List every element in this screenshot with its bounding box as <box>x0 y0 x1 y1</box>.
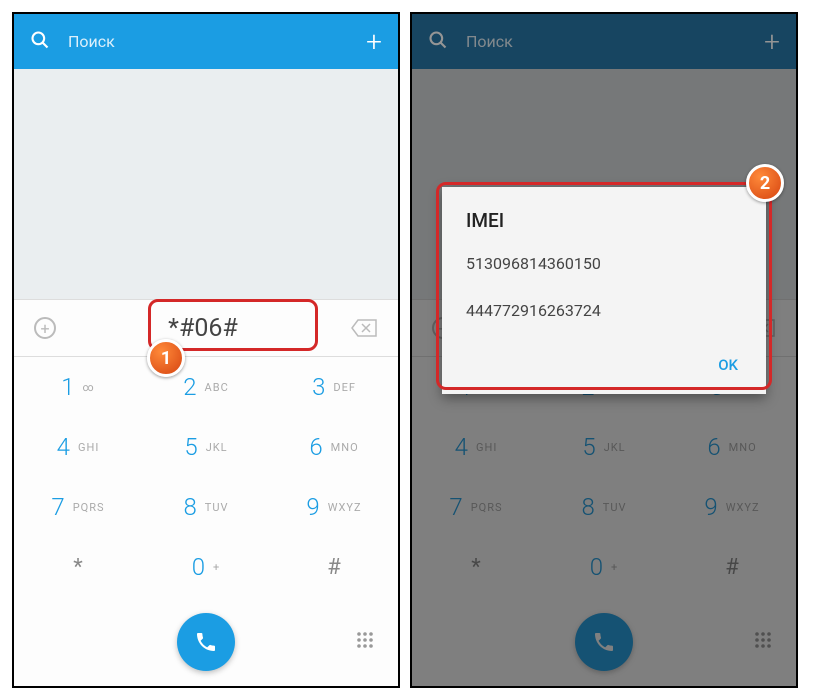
key-star[interactable]: * <box>14 537 142 597</box>
key-9[interactable]: 9WXYZ <box>270 477 398 537</box>
key-3[interactable]: 3DEF <box>270 357 398 417</box>
imei-value-1: 513096814360150 <box>466 254 742 273</box>
dialog-title: IMEI <box>466 209 742 232</box>
ok-button[interactable]: OK <box>714 348 742 382</box>
add-contact-icon[interactable]: + <box>366 25 382 58</box>
key-4[interactable]: 4GHI <box>14 417 142 477</box>
annotation-badge-2: 2 <box>746 164 784 202</box>
search-placeholder: Поиск <box>68 32 115 51</box>
imei-dialog: IMEI 513096814360150 444772916263724 OK <box>442 187 766 394</box>
dial-input-row: + *#06# <box>14 299 398 357</box>
backspace-icon[interactable] <box>350 318 378 338</box>
search-icon <box>30 30 50 54</box>
key-7[interactable]: 7PQRS <box>14 477 142 537</box>
key-0[interactable]: 0+ <box>142 537 270 597</box>
annotation-badge-1: 1 <box>147 339 185 377</box>
dial-input[interactable]: *#06# <box>56 314 350 343</box>
key-8[interactable]: 8TUV <box>142 477 270 537</box>
empty-area <box>14 69 398 299</box>
key-6[interactable]: 6MNO <box>270 417 398 477</box>
keypad: 1∞ 2ABC 3DEF 4GHI 5JKL 6MNO 7PQRS 8TUV 9… <box>14 357 398 597</box>
dialpad-grid-icon[interactable] <box>356 631 374 653</box>
add-to-contacts-icon[interactable]: + <box>34 317 56 339</box>
bottom-row <box>14 597 398 687</box>
key-5[interactable]: 5JKL <box>142 417 270 477</box>
key-hash[interactable]: # <box>270 537 398 597</box>
phone-screen-dialer: Поиск + + *#06# 1∞ 2ABC 3DEF 4GHI 5JKL 6… <box>12 12 400 688</box>
phone-screen-imei-dialog: Поиск + + 1∞ 2ABC 3DEF 4GHI 5JKL 6MNO 7P… <box>410 12 798 688</box>
call-button[interactable] <box>177 613 235 671</box>
key-1[interactable]: 1∞ <box>14 357 142 417</box>
search-bar[interactable]: Поиск + <box>14 14 398 69</box>
imei-value-2: 444772916263724 <box>466 301 742 320</box>
